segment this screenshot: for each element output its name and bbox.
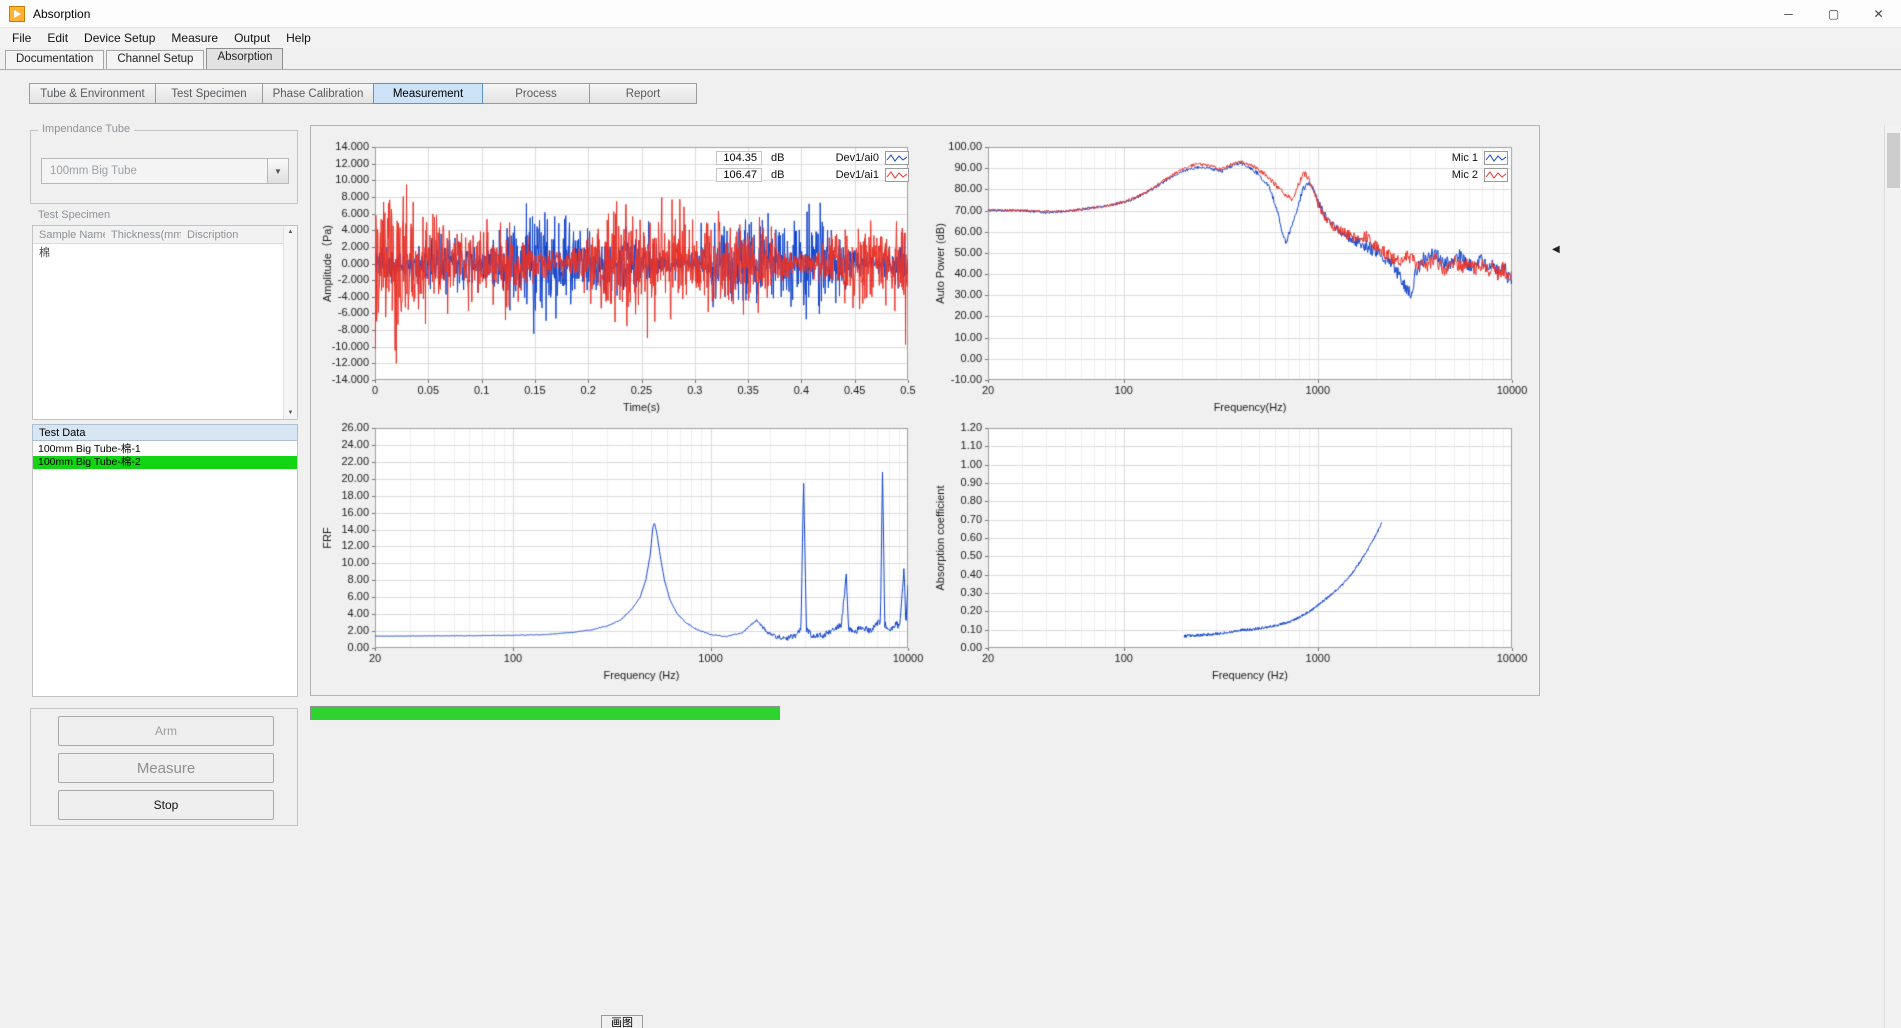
measurement-progress-bar <box>310 706 780 720</box>
tab-documentation[interactable]: Documentation <box>5 50 104 69</box>
legend-dev1-ai0[interactable]: Dev1/ai0 <box>811 150 909 165</box>
menu-edit[interactable]: Edit <box>39 29 76 47</box>
ai0-level-readout: 104.35 dB <box>716 151 784 165</box>
pane-collapse-arrow-icon[interactable]: ◀ <box>1552 245 1560 255</box>
subtab-test-specimen[interactable]: Test Specimen <box>155 83 263 104</box>
table-row[interactable]: 棉 <box>33 244 297 260</box>
absorption-coefficient-chart <box>928 416 1530 690</box>
test-specimen-table: Sample Name Thickness(mm) Discription 棉 … <box>32 225 298 420</box>
dropdown-arrow-icon[interactable]: ▼ <box>267 158 289 184</box>
specimen-table-scrollbar[interactable]: ▲ ▼ <box>283 226 297 419</box>
vertical-scrollbar[interactable] <box>1884 125 1901 1028</box>
dev1-ai1-plot-icon[interactable] <box>885 168 909 182</box>
subtab-report[interactable]: Report <box>589 83 697 104</box>
menu-file[interactable]: File <box>4 29 39 47</box>
close-button[interactable]: ✕ <box>1856 0 1901 28</box>
legend-dev1-ai0-label: Dev1/ai0 <box>811 152 879 164</box>
menu-device-setup[interactable]: Device Setup <box>76 29 163 47</box>
impedance-tube-group-label: Impendance Tube <box>38 123 134 135</box>
app-window: Absorption ─ ▢ ✕ File Edit Device Setup … <box>0 0 1901 1028</box>
mic-1-plot-icon[interactable] <box>1484 151 1508 165</box>
ai0-level-value: 104.35 <box>716 151 762 165</box>
menu-output[interactable]: Output <box>226 29 278 47</box>
legend-mic-1[interactable]: Mic 1 <box>1418 150 1508 165</box>
ai1-level-readout: 106.47 dB <box>716 168 784 182</box>
subtab-phase-calibration[interactable]: Phase Calibration <box>262 83 374 104</box>
menu-measure[interactable]: Measure <box>163 29 226 47</box>
tab-channel-setup[interactable]: Channel Setup <box>106 50 204 69</box>
list-item-test-data-2-selected[interactable]: 100mm Big Tube-棉-2 <box>33 456 297 469</box>
labview-app-icon <box>9 6 25 22</box>
window-title: Absorption <box>33 7 90 21</box>
cell-sample-name: 棉 <box>33 244 105 260</box>
tab-frame-line <box>0 69 1901 70</box>
col-discription: Discription <box>181 229 283 241</box>
window-controls: ─ ▢ ✕ <box>1766 0 1901 28</box>
legend-mic-1-label: Mic 1 <box>1418 152 1478 164</box>
test-data-list: 100mm Big Tube-棉-1 100mm Big Tube-棉-2 <box>32 441 298 697</box>
menu-bar: File Edit Device Setup Measure Output He… <box>0 28 1901 48</box>
subtab-process[interactable]: Process <box>482 83 590 104</box>
subtab-measurement[interactable]: Measurement <box>373 83 483 104</box>
bottom-tab-drawing[interactable]: 画图 <box>601 1015 643 1028</box>
main-tab-strip: Documentation Channel Setup Absorption <box>5 48 285 69</box>
list-item-test-data-1[interactable]: 100mm Big Tube-棉-1 <box>33 443 297 456</box>
stop-button[interactable]: Stop <box>58 790 274 820</box>
test-data-header: Test Data <box>32 424 298 441</box>
chart-panel: 104.35 dB 106.47 dB Dev1/ai0 Dev1/ai1 Mi… <box>310 125 1540 696</box>
impedance-tube-group: Impendance Tube 100mm Big Tube ▼ <box>30 130 298 204</box>
scroll-up-icon[interactable]: ▲ <box>288 229 294 235</box>
legend-mic-2-label: Mic 2 <box>1418 169 1478 181</box>
tab-absorption[interactable]: Absorption <box>206 48 283 69</box>
ai0-level-unit: dB <box>771 152 784 164</box>
minimize-button[interactable]: ─ <box>1766 0 1811 28</box>
arm-button[interactable]: Arm <box>58 716 274 746</box>
legend-dev1-ai1[interactable]: Dev1/ai1 <box>811 167 909 182</box>
impedance-tube-dropdown[interactable]: 100mm Big Tube ▼ <box>41 158 289 184</box>
col-sample-name: Sample Name <box>33 229 105 241</box>
title-bar: Absorption ─ ▢ ✕ <box>0 0 1901 28</box>
ai1-level-unit: dB <box>771 169 784 181</box>
frf-chart <box>315 416 925 690</box>
scrollbar-thumb[interactable] <box>1887 133 1900 188</box>
mic-2-plot-icon[interactable] <box>1484 168 1508 182</box>
dev1-ai0-plot-icon[interactable] <box>885 151 909 165</box>
progress-fill <box>311 707 779 719</box>
test-data-header-label: Test Data <box>39 427 85 439</box>
sub-tab-strip: Tube & Environment Test Specimen Phase C… <box>30 83 697 104</box>
subtab-tube-environment[interactable]: Tube & Environment <box>29 83 156 104</box>
scroll-down-icon[interactable]: ▼ <box>288 410 294 416</box>
test-specimen-label: Test Specimen <box>38 209 110 221</box>
legend-dev1-ai1-label: Dev1/ai1 <box>811 169 879 181</box>
impedance-tube-dropdown-value: 100mm Big Tube <box>41 158 267 184</box>
col-thickness: Thickness(mm) <box>105 229 181 241</box>
ai1-level-value: 106.47 <box>716 168 762 182</box>
menu-help[interactable]: Help <box>278 29 319 47</box>
test-specimen-header-row: Sample Name Thickness(mm) Discription <box>33 226 297 244</box>
maximize-button[interactable]: ▢ <box>1811 0 1856 28</box>
control-button-panel: Arm Measure Stop <box>30 708 298 826</box>
measure-button[interactable]: Measure <box>58 753 274 783</box>
legend-mic-2[interactable]: Mic 2 <box>1418 167 1508 182</box>
